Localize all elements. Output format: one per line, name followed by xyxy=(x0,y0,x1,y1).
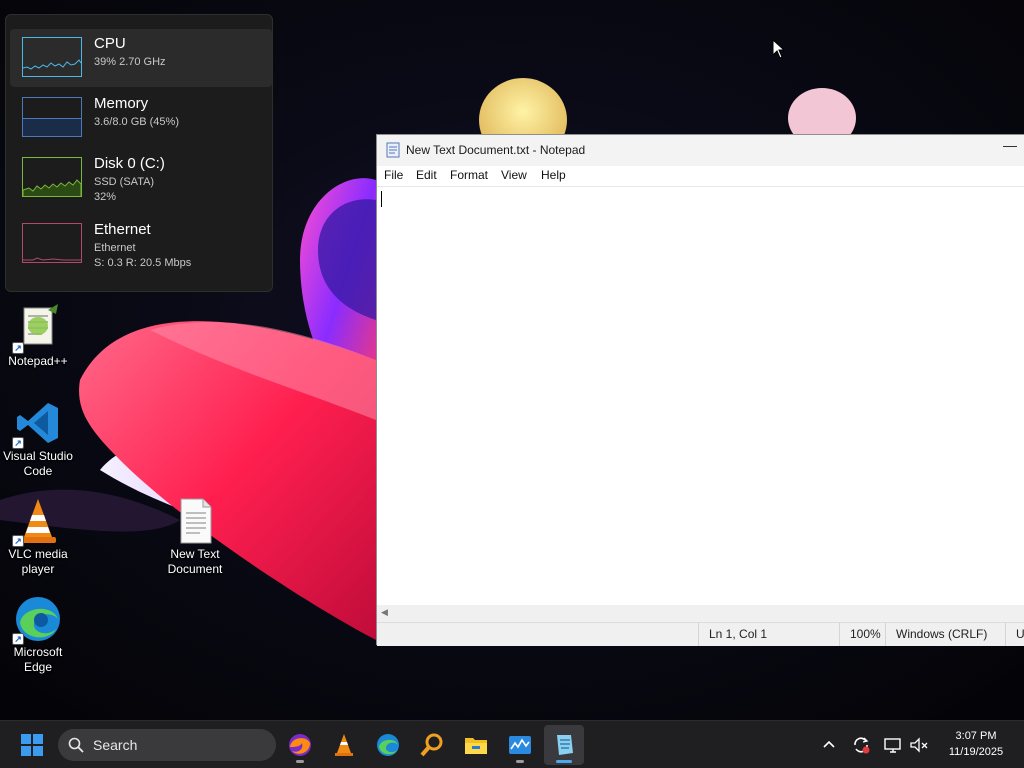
perf-item-ethernet[interactable]: Ethernet Ethernet S: 0.3 R: 20.5 Mbps xyxy=(10,215,272,273)
encoding: U xyxy=(1005,623,1024,646)
text-editor-area[interactable] xyxy=(377,187,1024,605)
windows-logo-icon xyxy=(21,734,43,756)
perf-item-memory[interactable]: Memory 3.6/8.0 GB (45%) xyxy=(10,89,272,147)
taskbar-monitor-app[interactable] xyxy=(500,725,540,765)
file-explorer-icon xyxy=(465,738,487,754)
taskbar-search-box[interactable]: Search xyxy=(58,729,276,761)
desktop-icon-edge[interactable]: ↗ Microsoft Edge xyxy=(0,595,76,675)
perf-detail: 39% 2.70 GHz xyxy=(94,56,166,68)
search-tool-icon xyxy=(420,733,443,757)
tray-volume[interactable] xyxy=(908,733,930,757)
taskbar-file-explorer[interactable] xyxy=(456,725,496,765)
taskbar-clock[interactable]: 3:07 PM 11/19/2025 xyxy=(936,728,1016,760)
menu-help[interactable]: Help xyxy=(541,168,566,182)
ethernet-graph xyxy=(22,223,82,263)
taskbar-notepad[interactable] xyxy=(544,725,584,765)
notepad-icon xyxy=(385,142,401,163)
search-icon xyxy=(68,737,84,753)
firefox-icon xyxy=(289,734,311,756)
shortcut-arrow-icon: ↗ xyxy=(12,342,24,354)
perf-detail: Ethernet xyxy=(94,242,136,254)
mouse-cursor-icon xyxy=(772,39,786,59)
notepadpp-icon: ↗ xyxy=(12,304,62,354)
clock-time: 3:07 PM xyxy=(955,730,997,742)
running-indicator xyxy=(516,760,524,763)
desktop-icon-label: Visual Studio Code xyxy=(3,449,73,478)
menu-file[interactable]: File xyxy=(384,168,403,182)
desktop-icon-label: New Text Document xyxy=(167,547,223,576)
running-indicator xyxy=(296,760,304,763)
taskbar-search-tool[interactable] xyxy=(412,725,452,765)
status-bar: Ln 1, Col 1 100% Windows (CRLF) U xyxy=(377,622,1024,646)
edge-icon xyxy=(377,734,399,756)
zoom-level: 100% xyxy=(839,623,889,646)
menu-view[interactable]: View xyxy=(501,168,527,182)
notepad-window[interactable]: New Text Document.txt - Notepad — File E… xyxy=(376,134,1024,646)
vlc-icon xyxy=(335,734,353,756)
performance-widget: CPU 39% 2.70 GHz Memory 3.6/8.0 GB (45%)… xyxy=(5,14,273,292)
perf-detail: S: 0.3 R: 20.5 Mbps xyxy=(94,257,192,269)
chevron-up-icon xyxy=(823,740,835,748)
cursor-position: Ln 1, Col 1 xyxy=(698,623,839,646)
cpu-graph xyxy=(22,37,82,77)
title-bar[interactable]: New Text Document.txt - Notepad — xyxy=(377,135,1024,166)
memory-graph xyxy=(22,97,82,137)
clock-date: 11/19/2025 xyxy=(948,746,1004,758)
vscode-icon: ↗ xyxy=(12,399,62,449)
menu-bar: File Edit Format View Help xyxy=(377,166,1024,187)
perf-name: Memory xyxy=(94,95,149,112)
search-label: Search xyxy=(93,737,138,753)
tray-sync[interactable] xyxy=(850,733,872,757)
taskbar-firefox[interactable] xyxy=(280,725,320,765)
monitor-app-icon xyxy=(509,736,531,754)
desktop-icon-vscode[interactable]: ↗ Visual Studio Code xyxy=(0,399,76,479)
perf-name: Ethernet xyxy=(94,221,151,238)
horizontal-scrollbar[interactable]: ◀ xyxy=(377,605,1024,622)
desktop-icon-notepadpp[interactable]: ↗ Notepad++ xyxy=(0,304,76,369)
show-hidden-icons-button[interactable] xyxy=(818,733,840,757)
desktop-icon-vlc[interactable]: ↗ VLC media player xyxy=(0,497,76,577)
edge-icon: ↗ xyxy=(12,595,62,645)
desktop-icon-label: VLC media player xyxy=(8,547,68,576)
network-icon xyxy=(884,738,901,753)
disk-graph xyxy=(22,157,82,197)
taskbar: Search 3:07 PM 11/19/2025 xyxy=(0,720,1024,768)
scroll-left-icon[interactable]: ◀ xyxy=(381,607,388,618)
minimize-button[interactable]: — xyxy=(1003,137,1023,165)
tray-network[interactable] xyxy=(882,733,904,757)
text-caret xyxy=(381,191,382,207)
shortcut-arrow-icon: ↗ xyxy=(12,535,24,547)
shortcut-arrow-icon: ↗ xyxy=(12,437,24,449)
menu-edit[interactable]: Edit xyxy=(416,168,437,182)
taskbar-vlc[interactable] xyxy=(324,725,364,765)
perf-item-cpu[interactable]: CPU 39% 2.70 GHz xyxy=(10,29,272,87)
perf-detail: 3.6/8.0 GB (45%) xyxy=(94,116,179,128)
speaker-muted-icon xyxy=(910,737,928,753)
text-file-icon xyxy=(171,497,219,545)
desktop-icon-new-text-document[interactable]: New Text Document xyxy=(157,497,233,577)
perf-item-disk[interactable]: Disk 0 (C:) SSD (SATA) 32% xyxy=(10,149,272,207)
window-title: New Text Document.txt - Notepad xyxy=(406,143,586,157)
line-ending: Windows (CRLF) xyxy=(885,623,1005,646)
notepad-icon xyxy=(557,735,573,755)
shortcut-arrow-icon: ↗ xyxy=(12,633,24,645)
perf-name: CPU xyxy=(94,35,126,52)
vlc-icon: ↗ xyxy=(12,497,62,547)
perf-name: Disk 0 (C:) xyxy=(94,155,165,172)
desktop-icon-label: Notepad++ xyxy=(8,354,68,368)
perf-detail: SSD (SATA) xyxy=(94,176,155,188)
active-indicator xyxy=(556,760,572,763)
desktop-icon-label: Microsoft Edge xyxy=(13,645,63,674)
taskbar-edge[interactable] xyxy=(368,725,408,765)
perf-detail: 32% xyxy=(94,191,117,203)
start-button[interactable] xyxy=(12,725,52,765)
sync-icon xyxy=(854,737,870,754)
menu-format[interactable]: Format xyxy=(450,168,488,182)
